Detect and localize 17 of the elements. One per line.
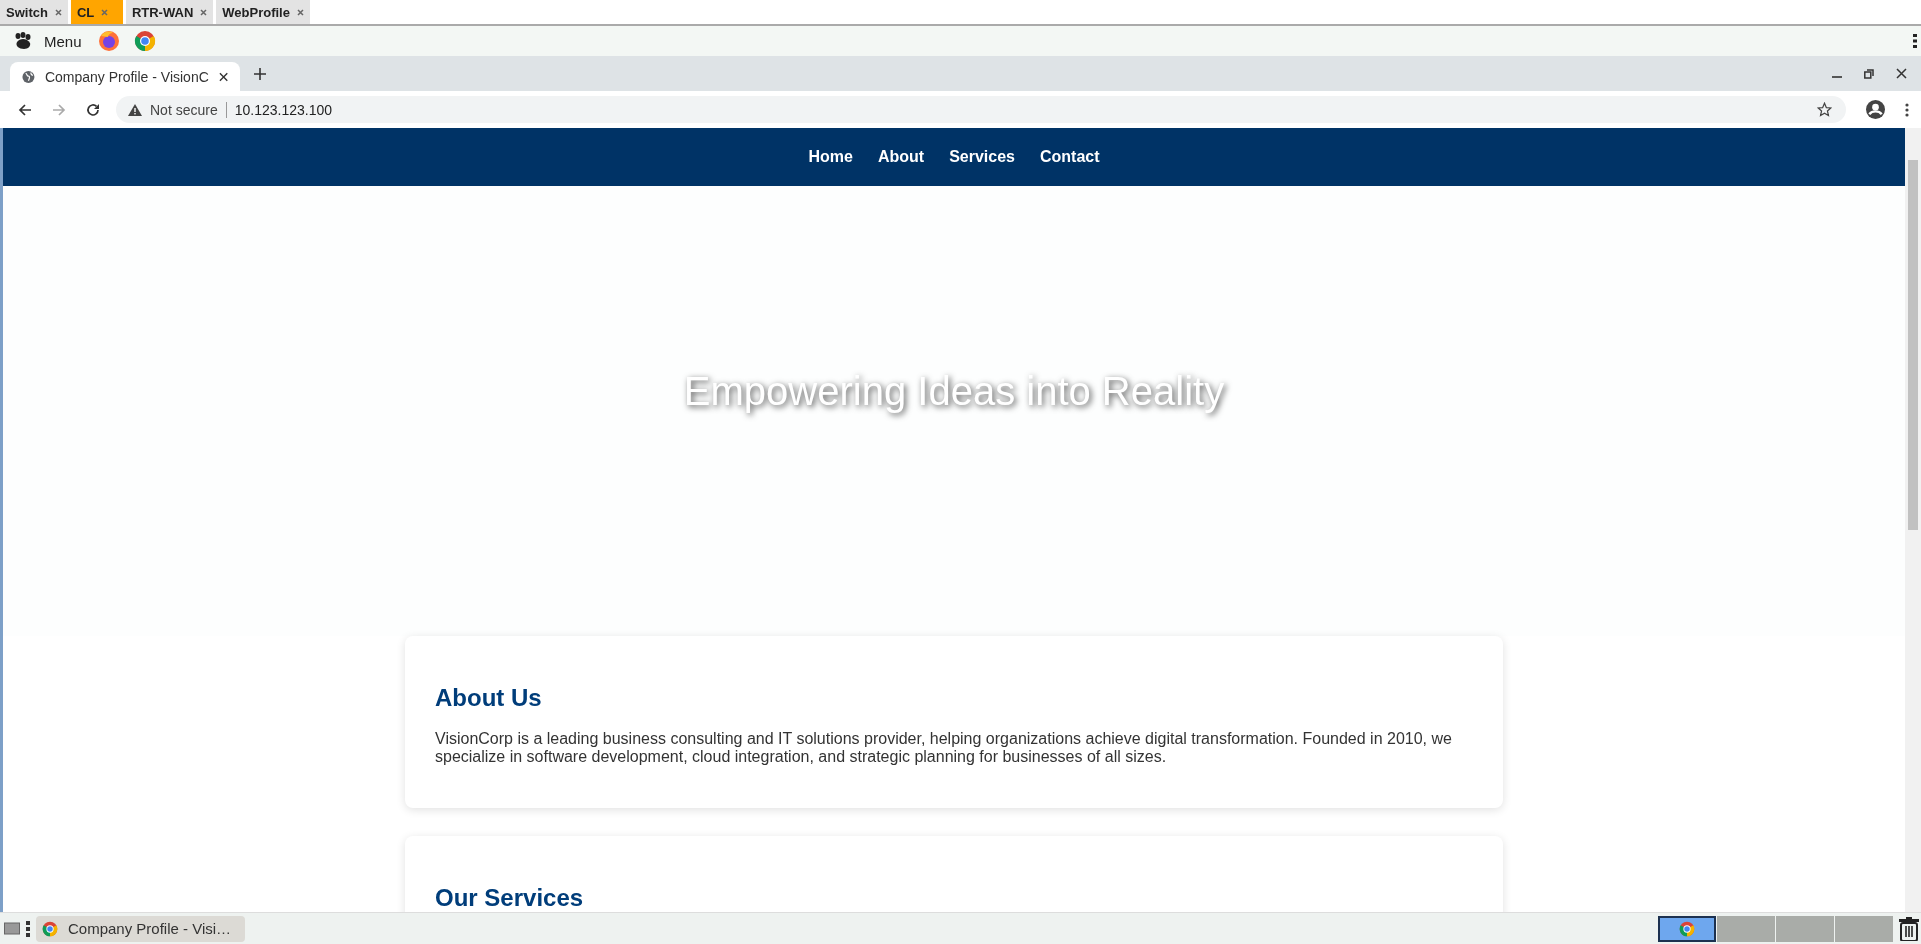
- security-label: Not secure: [150, 101, 227, 118]
- browser-tab[interactable]: Company Profile - VisionC: [10, 62, 240, 91]
- nav-link[interactable]: Home: [808, 148, 853, 166]
- section-text: VisionCorp is a leading business consulting and IT solutions provider, helping organizations achieve digital transformation. Founded in 2010, we specialize in software development, cloud integration, and strategic planning for businesses of all sizes.: [435, 730, 1453, 766]
- address-field[interactable]: Not secure 10.123.123.100: [116, 96, 1846, 123]
- session-tab[interactable]: CL: [70, 0, 123, 24]
- url-text: 10.123.123.100: [234, 101, 333, 118]
- menu-button[interactable]: Menu: [44, 32, 82, 50]
- section-heading: About Us: [435, 684, 543, 712]
- taskbar-window[interactable]: Company Profile - Visi…: [36, 915, 246, 942]
- session-tab[interactable]: Switch: [0, 0, 68, 24]
- nav-link[interactable]: Contact: [1039, 148, 1100, 166]
- section-heading: Our Services: [435, 884, 585, 912]
- nav-link[interactable]: About: [877, 148, 925, 166]
- nav-link[interactable]: Services: [949, 148, 1015, 166]
- session-tab[interactable]: RTR-WAN: [125, 0, 214, 24]
- session-tab[interactable]: WebProfile: [216, 0, 310, 24]
